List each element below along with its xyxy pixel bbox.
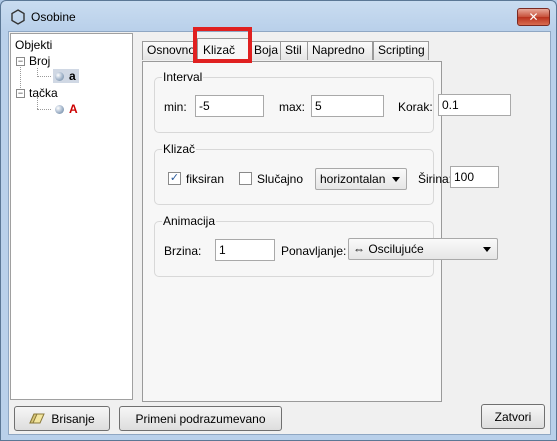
chevron-down-icon: [392, 177, 400, 182]
tree-group-broj[interactable]: Broj: [29, 54, 50, 68]
tree-collapse-toggle[interactable]: −: [16, 89, 25, 98]
tree-connector: [37, 76, 51, 77]
point-icon: [55, 104, 64, 114]
dialog-client-area: Objekti − Broj a − tačka A Osnovno Kliza…: [8, 27, 551, 435]
window-title: Osobine: [31, 10, 76, 24]
tab-boja[interactable]: Boja: [249, 41, 281, 60]
chevron-down-icon: [483, 247, 491, 252]
eraser-icon: [29, 413, 46, 424]
repeat-dropdown-extended[interactable]: ⇔ Oscilujuće: [348, 238, 498, 260]
width-input[interactable]: [450, 166, 499, 188]
interval-group: Interval min: max: Korak:: [154, 70, 434, 133]
properties-window: Osobine ✕ Objekti − Broj a − tačka A Osn…: [0, 0, 557, 441]
slider-group-title: Klizač: [162, 142, 197, 156]
tree-item-label: a: [69, 69, 76, 83]
tree-collapse-toggle[interactable]: −: [16, 57, 25, 66]
tab-panel-klizac: Interval min: max: Korak: Klizač ✓ fiksi…: [142, 61, 452, 402]
min-label: min:: [164, 100, 187, 114]
step-input[interactable]: [438, 94, 511, 116]
repeat-label: Ponavljanje:: [281, 244, 347, 258]
min-input[interactable]: [195, 95, 264, 117]
apply-default-button[interactable]: Primeni podrazumevano: [119, 406, 282, 431]
repeat-value: ⇔ Oscilujuće: [353, 242, 424, 256]
width-label: Širina:: [418, 172, 453, 186]
point-icon: [55, 71, 64, 81]
fixed-checkbox[interactable]: ✓: [168, 172, 181, 185]
tree-item-a[interactable]: a: [53, 69, 79, 83]
hexagon-outline-icon: [11, 9, 25, 25]
object-tree[interactable]: Objekti − Broj a − tačka A: [10, 33, 133, 400]
tab-osnovno[interactable]: Osnovno: [142, 41, 199, 60]
delete-button-label: Brisanje: [51, 411, 95, 426]
tab-stil[interactable]: Stil: [280, 41, 308, 60]
tree-item-label: A: [69, 102, 78, 116]
step-label: Korak:: [398, 100, 433, 114]
tree-root-label: Objekti: [15, 38, 53, 52]
random-checkbox[interactable]: [239, 172, 252, 185]
max-input[interactable]: [311, 95, 384, 117]
tab-napredno[interactable]: Napredno: [307, 41, 373, 60]
apply-default-button-label: Primeni podrazumevano: [135, 411, 266, 426]
tree-group-tacka[interactable]: tačka: [29, 86, 58, 100]
orientation-value: horizontalan: [320, 172, 386, 186]
animation-group-title: Animacija: [162, 214, 217, 228]
tab-klizac[interactable]: Klizač: [197, 38, 250, 62]
tab-scripting[interactable]: Scripting: [373, 41, 429, 60]
close-icon: ✕: [528, 10, 539, 24]
tree-item-A[interactable]: A: [53, 102, 81, 116]
fixed-label: fiksiran: [186, 172, 225, 186]
random-label: Slučajno: [257, 172, 304, 186]
max-label: max:: [279, 100, 306, 114]
delete-button[interactable]: Brisanje: [14, 406, 110, 431]
title-bar[interactable]: Osobine ✕: [1, 1, 556, 31]
close-window-button[interactable]: ✕: [517, 8, 550, 26]
tree-connector: [37, 109, 51, 110]
close-button[interactable]: Zatvori: [481, 404, 545, 429]
close-button-label: Zatvori: [494, 409, 532, 424]
speed-label: Brzina:: [164, 244, 202, 258]
interval-group-title: Interval: [162, 70, 204, 84]
orientation-dropdown[interactable]: horizontalan: [315, 168, 407, 190]
speed-input[interactable]: [215, 239, 275, 261]
slider-group: Klizač ✓ fiksiran Slučajno horizontalan …: [154, 142, 452, 205]
